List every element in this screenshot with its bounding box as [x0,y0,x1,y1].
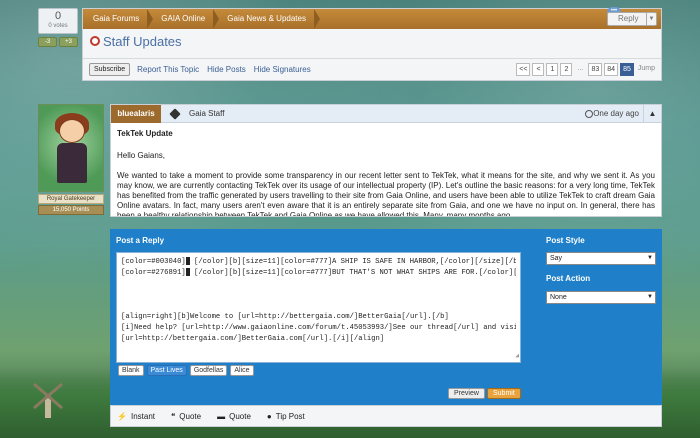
speech-bubble-icon: ▬ [217,411,226,421]
lifebuoy-icon [90,36,100,46]
pager-prev[interactable]: < [532,63,545,76]
hide-signatures-link[interactable]: Hide Signatures [254,65,311,74]
editor-line-3: [align=right][b]Welcome to [url=http://b… [121,313,449,321]
avatar-body [57,143,87,183]
pager-page-83[interactable]: 83 [588,63,603,76]
post-tools-bar: ⚡ Instant ❝ Quote ▬ Quote ● Tip Post [110,405,662,427]
vote-up-button[interactable]: +3 [59,37,78,47]
editor-line-1b: [/color][b][size=11][color=#777]A SHIP I… [194,258,516,266]
hide-posts-link[interactable]: Hide Posts [207,65,246,74]
color-block-icon [185,257,190,266]
thread-title-row: Staff Updates [83,29,661,53]
resize-grip-icon[interactable]: ◢ [515,350,519,361]
lightning-icon: ⚡ [117,411,127,421]
subscribe-button[interactable]: Subscribe [89,63,131,76]
editor-line-4: [i]Need help? [url=http://www.gaiaonline… [121,324,516,332]
post-title: TekTek Update [117,129,173,138]
breadcrumb-gaia-forums[interactable]: Gaia Forums [83,9,154,29]
pager-page-84[interactable]: 84 [604,63,619,76]
pager-page-1[interactable]: 1 [546,63,559,76]
preset-blank[interactable]: Blank [118,365,144,376]
reply-textarea[interactable]: [color=#003040] [/color][b][size=11][col… [116,252,521,363]
breadcrumb-news-updates[interactable]: Gaia News & Updates [217,9,320,29]
tip-post-label: Tip Post [275,411,305,421]
reply-button[interactable]: Reply ▼ [607,12,657,26]
submit-button[interactable]: Submit [487,388,521,399]
post-style-label: Post Style [546,236,585,245]
avatar[interactable] [38,104,104,192]
pager-ellipsis: ... [577,65,584,72]
pager-first[interactable]: << [516,63,531,76]
post-greeting: Hello Gaians, [117,151,166,160]
clock-icon [585,110,593,118]
post-username[interactable]: bluealaris [111,105,161,123]
preset-buttons: Blank Past Lives Godfellas Alice [118,365,254,376]
post-action-value: None [550,294,567,301]
vote-count: 0 [54,10,62,22]
post-paragraph: We wanted to take a moment to provide so… [117,171,655,217]
chevron-down-icon[interactable]: ▼ [646,13,656,25]
editor-line-2a: [color=#276891] [121,269,186,277]
quote-label: Quote [179,411,202,421]
quote-icon: ❝ [170,411,176,421]
tag-icon [169,108,181,120]
preset-alice[interactable]: Alice [230,365,254,376]
quote-label-2: Quote [229,411,251,421]
post-style-value: Say [550,255,563,262]
post-style-select[interactable]: Say ▼ [546,252,656,265]
chevron-down-icon: ▼ [647,294,653,300]
preset-godfellas[interactable]: Godfellas [189,365,228,376]
vote-counter: 0 0 votes [38,8,78,34]
avatar-head [59,119,85,143]
instant-tool[interactable]: ⚡ Instant [117,412,155,421]
breadcrumb-gaia-online[interactable]: GAIA Online [151,9,220,29]
editor-line-2b: [/color][b][size=11][color=#777]BUT THAT… [194,269,516,277]
preset-past-lives[interactable]: Past Lives [146,365,187,376]
post-action-label: Post Action [546,274,591,283]
tip-post-tool[interactable]: ● Tip Post [267,412,305,421]
page-title: Staff Updates [103,33,182,49]
reply-button-label: Reply [618,14,639,23]
windmill-illustration [33,382,63,418]
post-body: TekTek Update Hello Gaians, We wanted to… [111,123,661,217]
coins-icon: ● [266,411,272,421]
editor-line-1a: [color=#003040] [121,258,186,266]
breadcrumb: Gaia Forums GAIA Online Gaia News & Upda… [83,9,661,29]
pager-jump[interactable]: Jump [636,63,657,76]
poster-points: 15,050 Points [38,205,104,215]
report-topic-link[interactable]: Report This Topic [137,65,199,74]
pagination: << < 1 2 ... 83 84 85 Jump [516,63,657,76]
vote-buttons: -3 +3 [38,37,78,47]
collapse-up-icon[interactable]: ▲ [643,105,661,123]
editor-line-5: [url=http://bettergaia.com/]BetterGaia.c… [121,335,385,343]
pager-page-2[interactable]: 2 [560,63,573,76]
chevron-down-icon: ▼ [647,255,653,261]
reply-panel: Post a Reply [color=#003040] [/color][b]… [110,229,662,405]
vote-down-button[interactable]: -3 [38,37,57,47]
preview-button[interactable]: Preview [448,388,485,399]
multi-quote-tool[interactable]: ▬ Quote [217,412,251,421]
post-header: bluealaris Gaia Staff One day ago ▲ [111,105,661,123]
reply-panel-title: Post a Reply [116,236,165,245]
thread-actions: Subscribe Report This Topic Hide Posts H… [83,58,661,80]
vote-label: 0 votes [48,23,68,29]
post-time: One day ago [593,109,639,118]
post-action-select[interactable]: None ▼ [546,291,656,304]
post: bluealaris Gaia Staff One day ago ▲ TekT… [110,104,662,217]
thread-header: Gaia Forums GAIA Online Gaia News & Upda… [82,7,662,81]
quote-tool[interactable]: ❝ Quote [171,412,201,421]
post-group: Gaia Staff [189,109,225,118]
color-block-icon [185,268,190,277]
pager-page-85[interactable]: 85 [620,63,634,76]
poster-rank-title: Royal Gatekeeper [38,194,104,204]
instant-label: Instant [130,411,155,421]
